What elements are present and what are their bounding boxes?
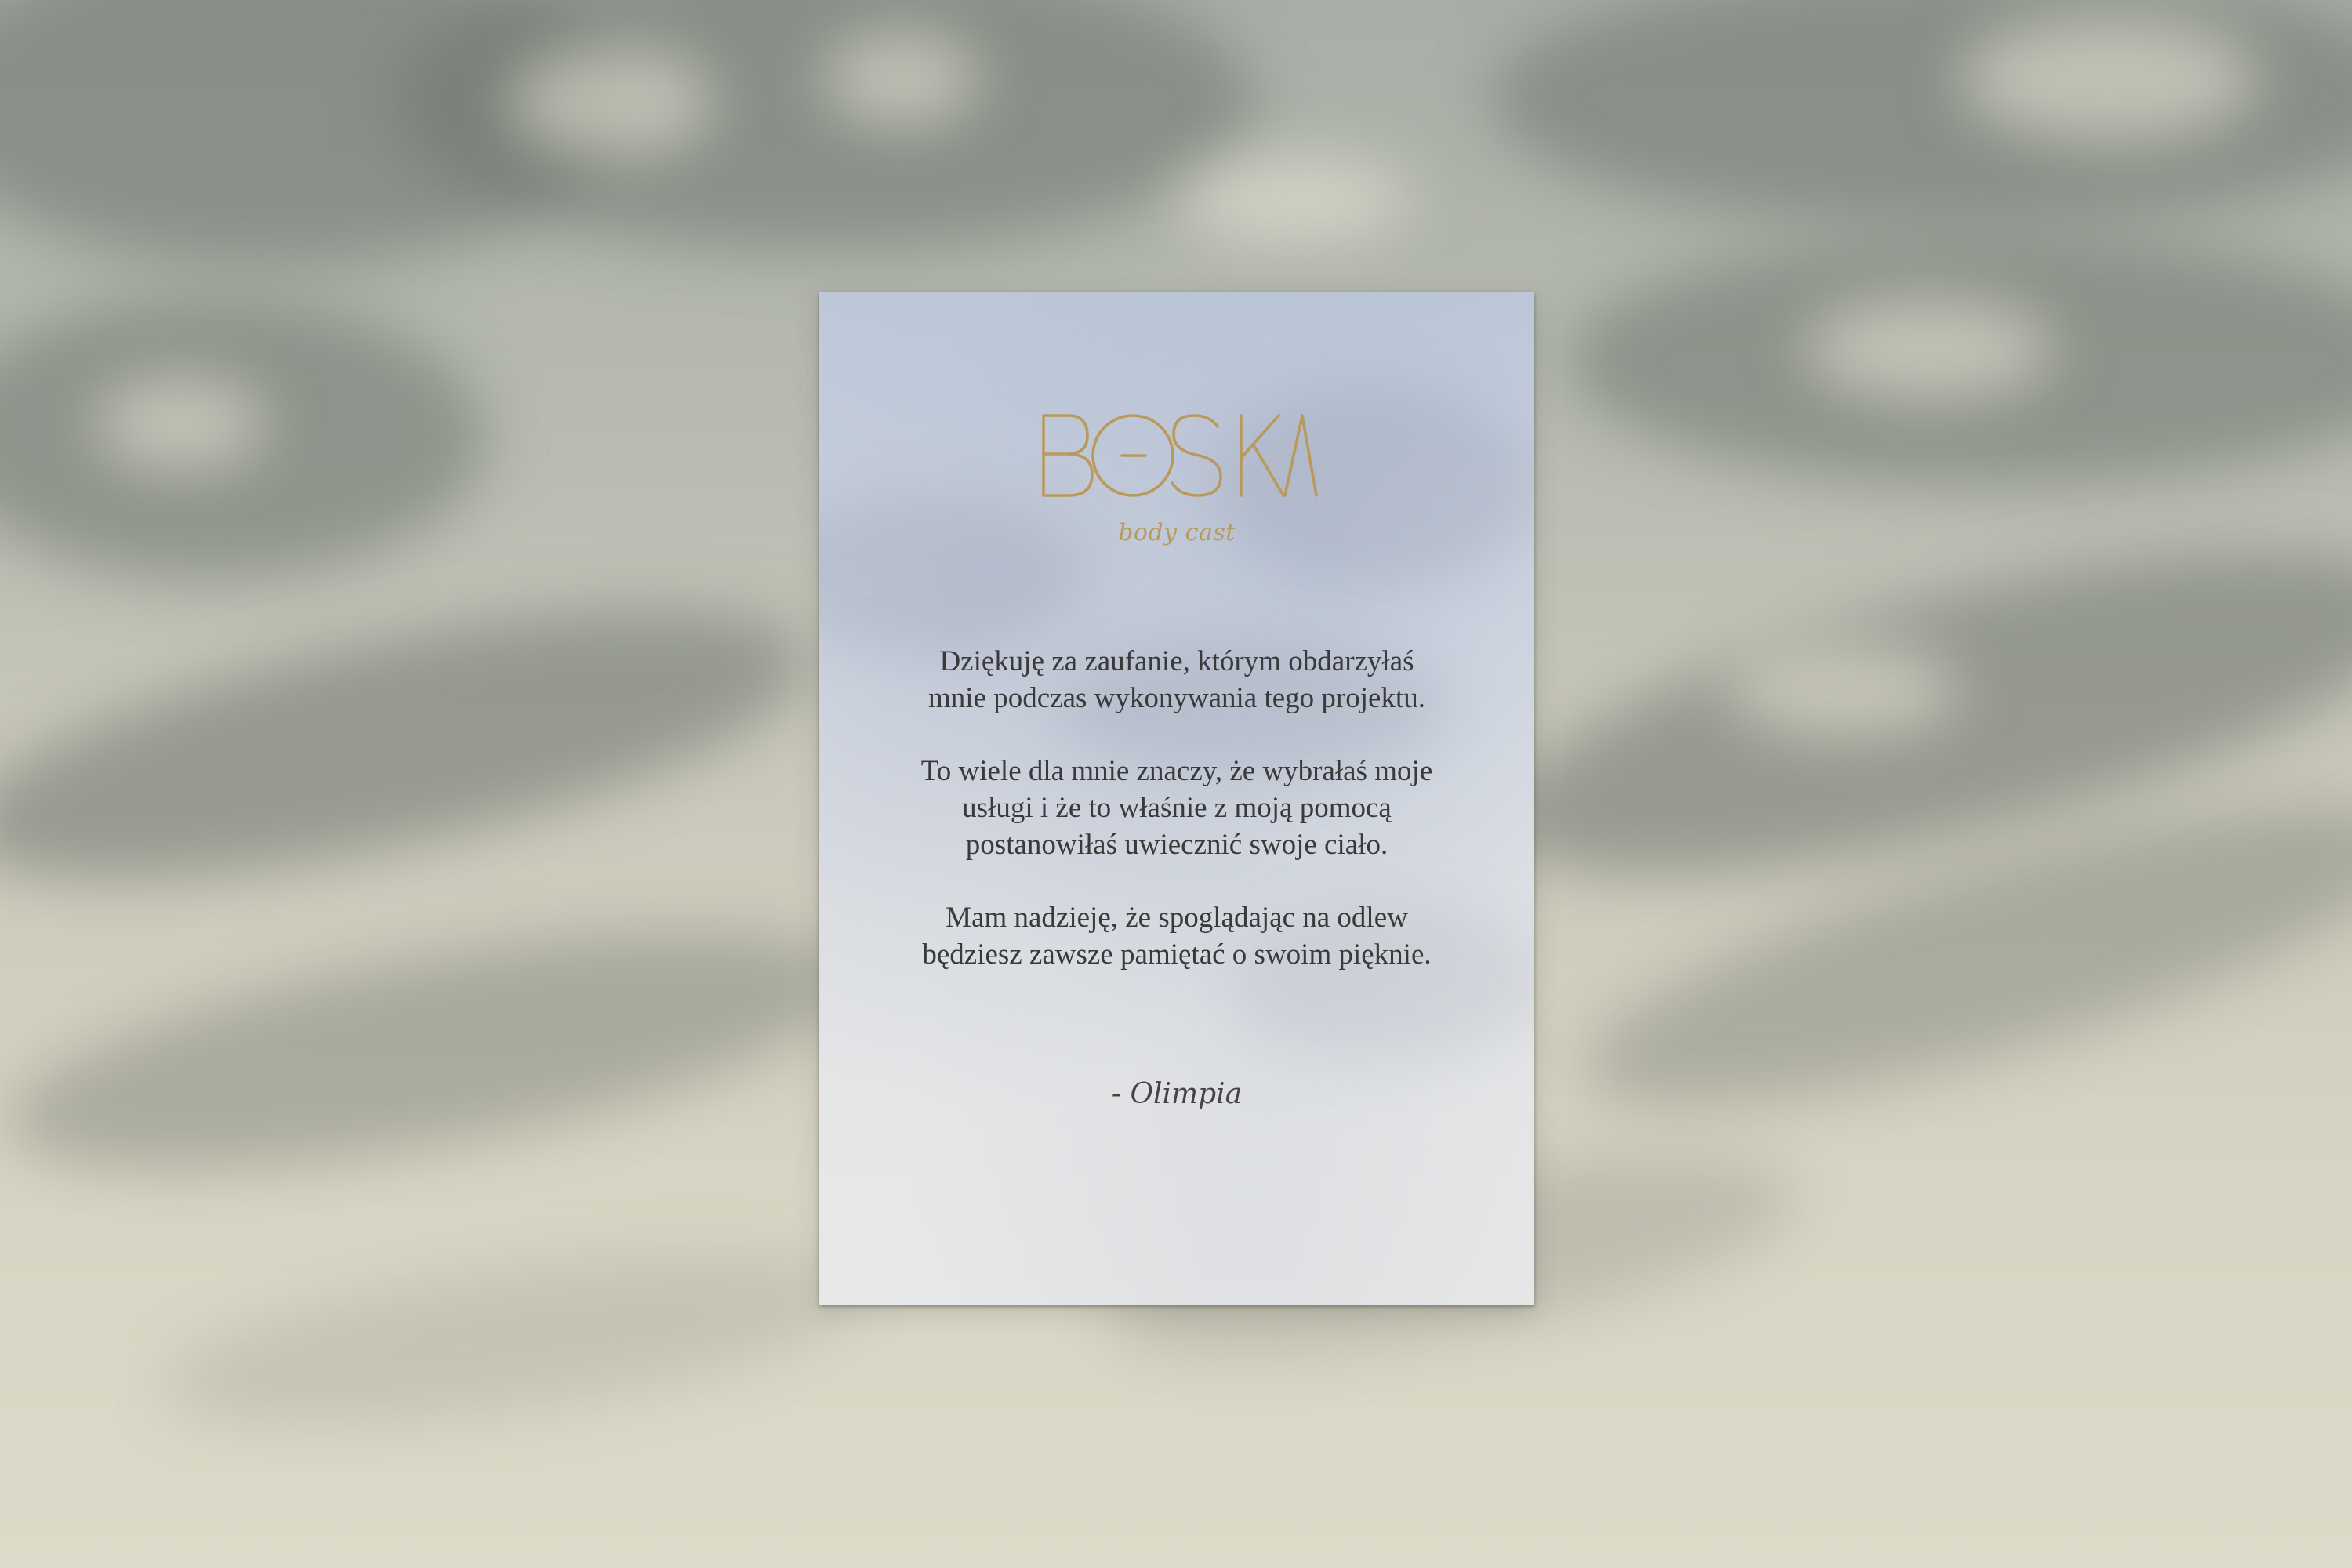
message-paragraph: Mam nadzieję, że spoglądając na odlew bę… bbox=[851, 899, 1503, 973]
message-line: będziesz zawsze pamiętać o swoim pięknie… bbox=[922, 938, 1432, 971]
thank-you-message: Dziękuję za zaufanie, którym obdarzyłaś … bbox=[851, 643, 1503, 1009]
message-paragraph: To wiele dla mnie znaczy, że wybrałaś mo… bbox=[851, 753, 1503, 863]
message-line: To wiele dla mnie znaczy, że wybrałaś mo… bbox=[920, 755, 1433, 787]
message-paragraph: Dziękuję za zaufanie, którym obdarzyłaś … bbox=[851, 643, 1503, 717]
message-line: usługi i że to właśnie z moją pomocą bbox=[962, 792, 1392, 824]
message-line: postanowiłaś uwiecznić swoje ciało. bbox=[965, 829, 1388, 861]
brand-tagline: body cast bbox=[1118, 519, 1236, 546]
scene-background: body cast Dziękuję za zaufanie, którym o… bbox=[0, 0, 2352, 1568]
thank-you-card: body cast Dziękuję za zaufanie, którym o… bbox=[819, 292, 1534, 1305]
message-line: mnie podczas wykonywania tego projektu. bbox=[928, 682, 1425, 714]
message-line: Dziękuję za zaufanie, którym obdarzyłaś bbox=[939, 645, 1414, 677]
brand-logo bbox=[819, 409, 1534, 502]
message-line: Mam nadzieję, że spoglądając na odlew bbox=[946, 902, 1408, 934]
boska-logo-mark bbox=[1042, 414, 1318, 497]
signature: - Olimpia bbox=[1111, 1078, 1243, 1110]
